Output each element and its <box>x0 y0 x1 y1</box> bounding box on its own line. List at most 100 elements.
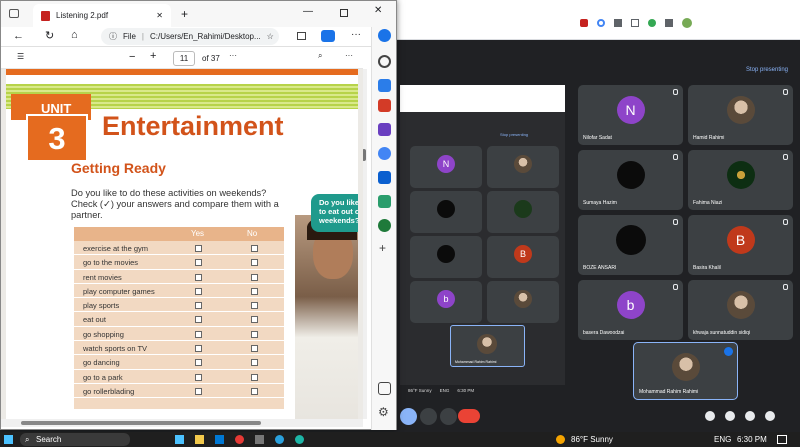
yes-checkbox[interactable] <box>195 359 202 367</box>
yes-checkbox[interactable] <box>195 302 202 310</box>
zoom-in-button[interactable]: + <box>150 50 156 62</box>
notification-icon[interactable] <box>777 435 787 444</box>
no-checkbox[interactable] <box>251 359 258 367</box>
store-icon[interactable] <box>215 435 224 444</box>
bing-icon[interactable] <box>378 29 391 42</box>
participant-tile[interactable]: Hamid Rahimi <box>688 85 793 145</box>
no-checkbox[interactable] <box>251 345 258 353</box>
page-number-input[interactable]: 11 <box>173 51 195 66</box>
participant-tile[interactable]: BOZE ANSARI <box>578 215 683 275</box>
address-input[interactable]: ⓘ File | C:/Users/En_Rahimi/Desktop... ☆ <box>101 28 279 45</box>
send-icon[interactable] <box>378 195 391 208</box>
share-icon[interactable] <box>614 19 622 27</box>
search-icon[interactable]: ⌕ <box>318 51 322 61</box>
participant-tile[interactable]: Fahima Niazi <box>688 150 793 210</box>
participant-tile[interactable]: B Basira Khalil <box>688 215 793 275</box>
no-checkbox[interactable] <box>251 273 258 281</box>
yes-checkbox[interactable] <box>195 330 202 338</box>
maximize-button[interactable] <box>340 9 348 17</box>
no-checkbox[interactable] <box>251 387 258 395</box>
people-icon[interactable] <box>725 411 735 421</box>
activity-label: exercise at the gym <box>83 244 149 253</box>
clock[interactable]: 6:30 PM <box>737 435 767 444</box>
self-tile[interactable]: Mohammad Rahim Rahimi <box>633 342 738 400</box>
briefcase-icon[interactable] <box>378 99 391 112</box>
info-icon[interactable] <box>705 411 715 421</box>
google-icon[interactable] <box>597 19 605 27</box>
profile-avatar[interactable] <box>682 18 692 28</box>
no-checkbox[interactable] <box>251 316 258 324</box>
no-checkbox[interactable] <box>251 259 258 267</box>
back-icon[interactable]: ← <box>13 30 24 42</box>
settings-more-icon[interactable]: ··· <box>351 29 361 40</box>
star-icon[interactable]: ☆ <box>267 32 274 41</box>
stop-presenting-link[interactable]: Stop presenting <box>746 67 788 73</box>
raise-hand-button[interactable] <box>420 408 437 425</box>
add-icon[interactable]: + <box>379 241 386 255</box>
yes-checkbox[interactable] <box>195 287 202 295</box>
participant-tile[interactable]: b basera Dawoodzai <box>578 280 683 340</box>
chrome-icon[interactable] <box>235 435 244 444</box>
leave-call-button[interactable] <box>458 409 480 423</box>
yes-checkbox[interactable] <box>195 345 202 353</box>
no-checkbox[interactable] <box>251 330 258 338</box>
close-tab-icon[interactable]: ✕ <box>156 11 163 20</box>
profile-avatar[interactable] <box>321 30 335 42</box>
activity-label: play computer games <box>83 286 155 296</box>
zoom-out-button[interactable]: − <box>129 51 135 63</box>
tab-actions-icon[interactable] <box>9 9 19 18</box>
search-icon[interactable] <box>378 55 391 68</box>
no-checkbox[interactable] <box>251 245 258 252</box>
yes-checkbox[interactable] <box>195 316 202 324</box>
no-checkbox[interactable] <box>251 302 258 310</box>
tree-icon[interactable] <box>378 219 391 232</box>
participant-tile[interactable]: Sumaya Hazim <box>578 150 683 210</box>
participant-tile[interactable]: khwaja sunnatuddin sidiqi <box>688 280 793 340</box>
new-tab-button[interactable]: + <box>181 7 188 21</box>
contents-icon[interactable]: ☰ <box>17 52 24 61</box>
yes-checkbox[interactable] <box>195 373 202 381</box>
more-tools-icon[interactable]: ··· <box>229 51 237 60</box>
weather-icon[interactable] <box>556 435 565 444</box>
minimize-button[interactable]: — <box>303 6 313 17</box>
search-box[interactable]: ⌕ Search <box>20 433 130 446</box>
sidebar-toggle-icon[interactable] <box>378 382 391 395</box>
edge-icon[interactable] <box>295 435 304 444</box>
more-options-button[interactable] <box>440 408 457 425</box>
chrome-icon[interactable] <box>378 147 391 160</box>
refresh-icon[interactable]: ↻ <box>45 29 54 42</box>
more-options-icon[interactable]: ··· <box>345 51 353 60</box>
telegram-icon[interactable] <box>275 435 284 444</box>
start-button[interactable] <box>4 435 13 444</box>
games-icon[interactable] <box>378 123 391 136</box>
puzzle-icon[interactable] <box>665 19 673 27</box>
col-no: No <box>247 229 258 238</box>
gear-icon[interactable]: ⚙ <box>378 405 389 419</box>
file-explorer-icon[interactable] <box>195 435 204 444</box>
tag-icon[interactable] <box>378 79 391 92</box>
no-checkbox[interactable] <box>251 373 258 381</box>
participant-tile[interactable]: N Nilofar Sadat <box>578 85 683 145</box>
outlook-icon[interactable] <box>378 171 391 184</box>
close-window-button[interactable]: ✕ <box>374 5 382 16</box>
more-options-icon[interactable] <box>724 347 733 356</box>
no-checkbox[interactable] <box>251 287 258 295</box>
bookmark-icon[interactable] <box>580 19 588 27</box>
yes-checkbox[interactable] <box>195 273 202 281</box>
split-screen-icon[interactable] <box>297 32 306 40</box>
activities-icon[interactable] <box>765 411 775 421</box>
star-icon[interactable] <box>631 19 639 27</box>
yes-checkbox[interactable] <box>195 259 202 267</box>
chat-icon[interactable] <box>745 411 755 421</box>
tab-listening[interactable]: Listening 2.pdf ✕ <box>33 4 171 27</box>
yes-checkbox[interactable] <box>195 387 202 395</box>
present-button[interactable] <box>400 408 417 425</box>
task-view-icon[interactable] <box>175 435 184 444</box>
home-icon[interactable]: ⌂ <box>71 29 78 41</box>
extension-icon[interactable] <box>648 19 656 27</box>
yes-checkbox[interactable] <box>195 245 202 252</box>
app-icon[interactable] <box>255 435 264 444</box>
activity-label: go dancing <box>83 358 120 368</box>
horizontal-scrollbar[interactable] <box>1 419 363 427</box>
language-indicator[interactable]: ENG <box>714 435 731 444</box>
